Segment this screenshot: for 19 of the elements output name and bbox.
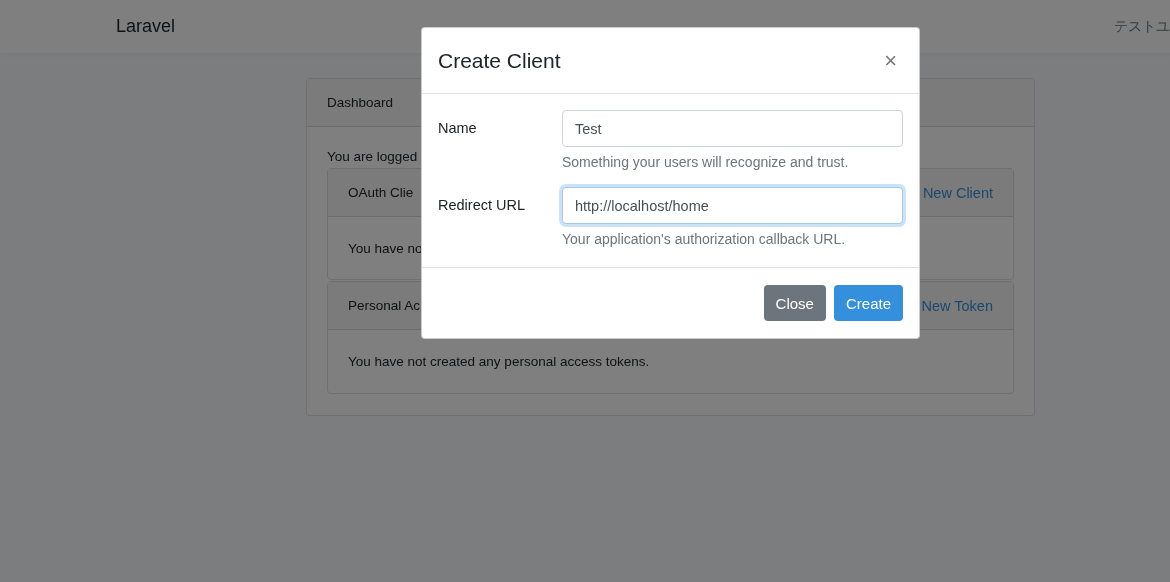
section-title: Personal Ac xyxy=(348,298,421,313)
status-message: You are logged xyxy=(327,149,418,164)
new-link[interactable]: New Client xyxy=(922,184,993,201)
create-button[interactable]: Create xyxy=(833,285,903,321)
help-text: Something your users will recognize and trust. xyxy=(562,154,850,170)
close-button[interactable]: × xyxy=(878,49,903,72)
text-field[interactable]: http://localhost/home xyxy=(562,187,903,224)
brand-link[interactable]: Laravel xyxy=(116,16,176,37)
close-button[interactable]: Close xyxy=(763,285,826,321)
field-label: Name xyxy=(438,119,478,138)
new-link[interactable]: New Token xyxy=(921,297,993,314)
text-field[interactable]: Test xyxy=(562,110,903,147)
field-label: Redirect URL xyxy=(438,196,527,215)
user-menu[interactable]: テストユ xyxy=(1114,17,1170,36)
card-title: Dashboard xyxy=(327,95,394,110)
modal-title: Create Client xyxy=(438,48,561,73)
help-text: Your application's authorization callback URL. xyxy=(562,231,847,247)
empty-message: You have not created any personal access tokens. xyxy=(348,354,650,369)
section-title: OAuth Clie xyxy=(348,185,414,200)
